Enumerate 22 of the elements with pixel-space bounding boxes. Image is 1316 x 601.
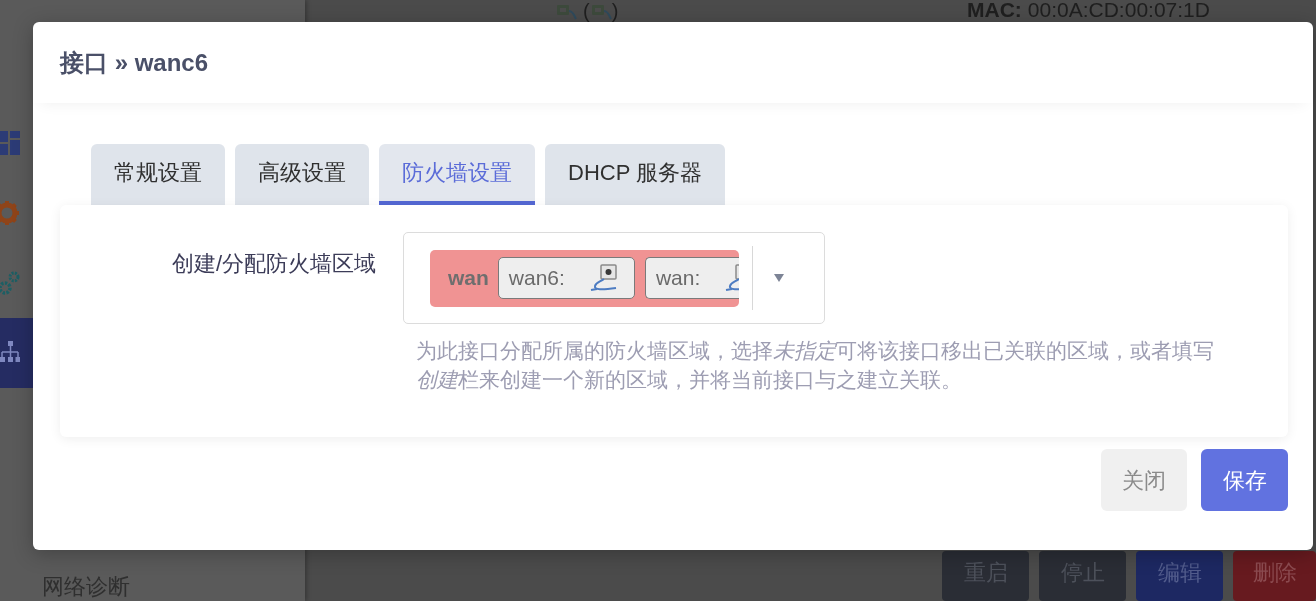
save-button[interactable]: 保存 xyxy=(1201,449,1288,511)
zone-select[interactable]: wan wan6: wan: xyxy=(403,232,825,324)
tab[interactable]: 常规设置 xyxy=(91,144,225,205)
close-button[interactable]: 关闭 xyxy=(1101,449,1187,511)
tab[interactable]: 防火墙设置 xyxy=(379,144,535,205)
interface-name: wan6: xyxy=(508,265,565,292)
tab[interactable]: 高级设置 xyxy=(235,144,369,205)
gears-icon xyxy=(0,270,20,296)
grid-icon xyxy=(0,130,20,156)
monitor-cable-icon xyxy=(725,264,739,292)
zone-name: wan xyxy=(448,265,489,292)
field-label: 创建/分配防火墙区域 xyxy=(170,250,376,278)
nav-item[interactable] xyxy=(0,318,33,388)
paren-text: ) xyxy=(611,0,619,22)
dialog-title: 接口 » wanc6 xyxy=(60,47,209,78)
help-text: 为此接口分配所属的防火墙区域，选择未指定可将该接口移出已关联的区域，或者填写 创建栏来创建一个新的区域，并将当前接口与之建立关联。 xyxy=(416,338,1215,393)
caret-icon[interactable] xyxy=(773,274,784,282)
paren-text: ( xyxy=(583,0,590,22)
tab[interactable]: DHCP 服务器 xyxy=(545,144,726,205)
interface-name: wan: xyxy=(655,265,701,292)
gear-icon xyxy=(0,200,20,226)
monitor-cable-icon xyxy=(589,264,618,292)
